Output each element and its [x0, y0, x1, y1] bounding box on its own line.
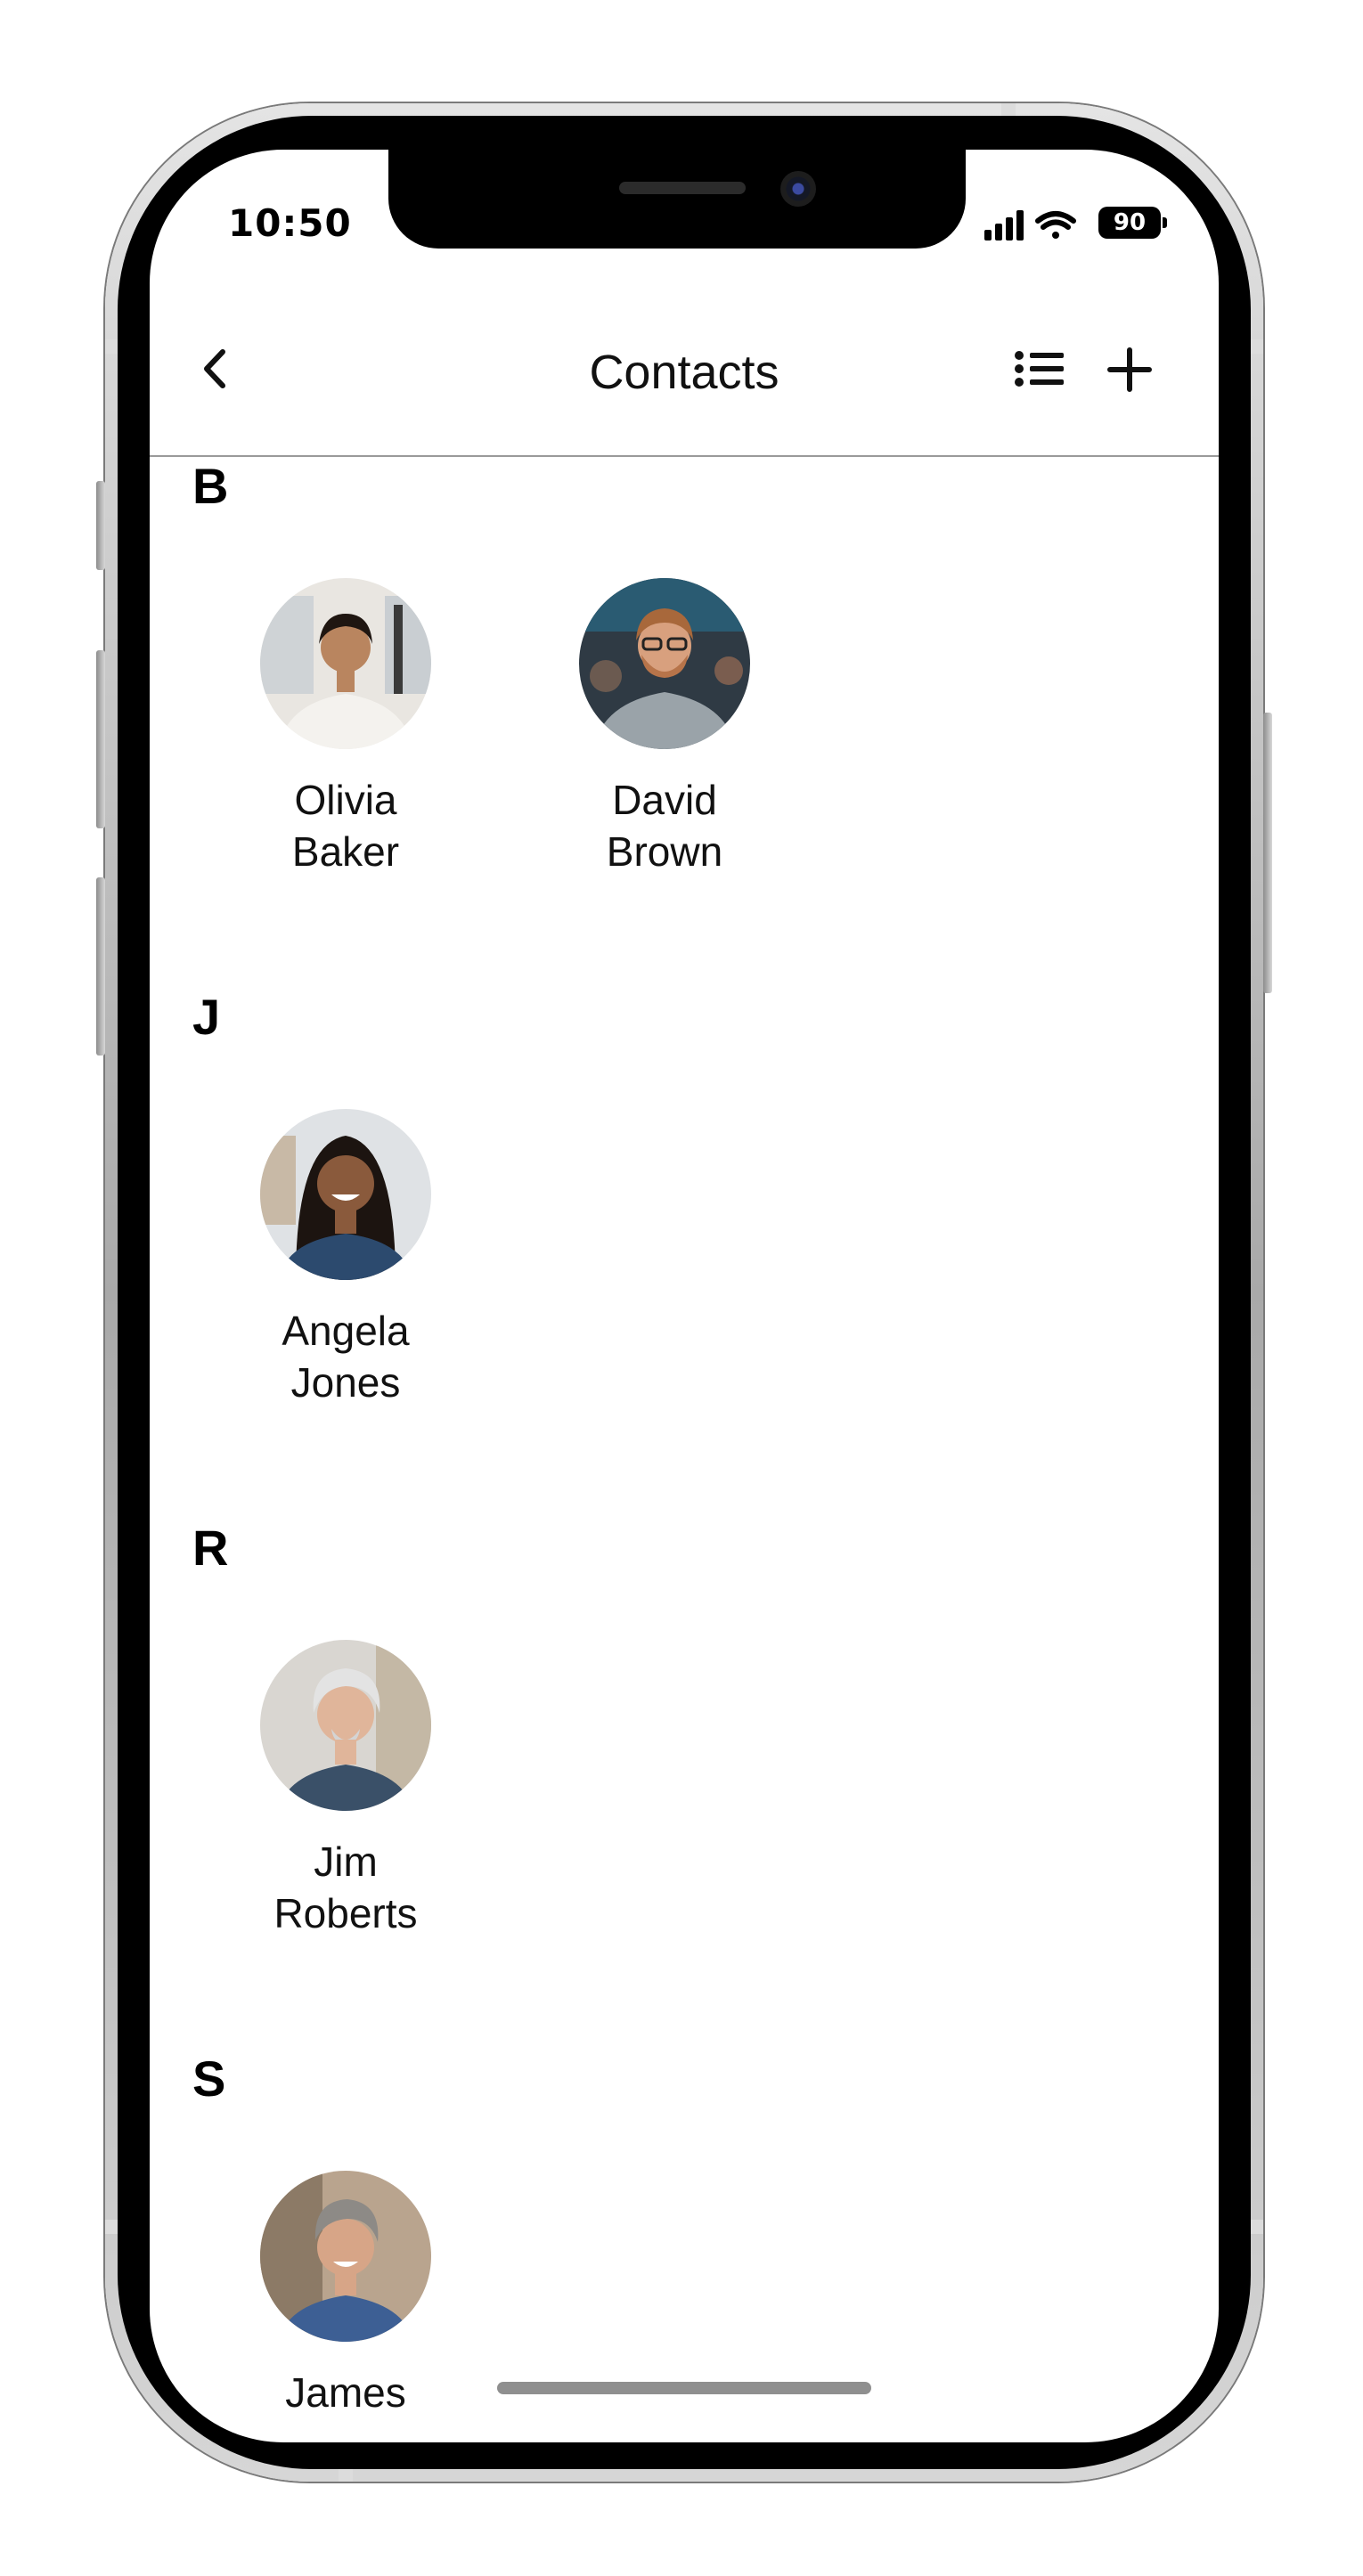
signal-icon: [984, 210, 1024, 240]
antenna-band: [1251, 339, 1263, 354]
antenna-band: [105, 339, 118, 354]
notch: [388, 150, 966, 249]
contact-last-name: Jones: [290, 1359, 401, 1406]
battery-tip: [1163, 217, 1167, 228]
volume-down-button: [96, 877, 105, 1056]
contact-first-name: Angela: [282, 1308, 410, 1354]
section-header-r: R: [192, 1520, 229, 1576]
mute-switch: [96, 481, 105, 570]
battery-icon: 90: [1098, 207, 1161, 239]
section-header-j: J: [192, 989, 221, 1045]
contact-card[interactable]: James: [230, 2171, 461, 2418]
antenna-band: [1251, 2220, 1263, 2234]
status-time: 10:50: [228, 201, 352, 245]
contact-first-name: James: [285, 2369, 406, 2416]
contact-last-name: Brown: [606, 828, 723, 875]
screen: 10:50 90 Contacts B Olivia Baker David B…: [150, 150, 1219, 2442]
list-view-button[interactable]: [1012, 338, 1069, 400]
volume-up-button: [96, 650, 105, 828]
avatar: [260, 1640, 431, 1811]
plus-icon: [1107, 347, 1152, 392]
navigation-bar: Contacts: [150, 306, 1219, 457]
add-contact-button[interactable]: [1101, 338, 1158, 400]
wifi-icon: [1035, 211, 1076, 239]
avatar: [260, 1109, 431, 1280]
contact-card[interactable]: David Brown: [549, 578, 780, 877]
avatar: [579, 578, 750, 749]
list-icon: [1015, 351, 1064, 387]
antenna-band: [339, 2469, 353, 2482]
antenna-band: [1001, 103, 1016, 116]
status-icons: [984, 210, 1076, 240]
section-header-b: B: [192, 458, 229, 514]
contact-last-name: Baker: [291, 828, 400, 875]
front-camera: [780, 171, 816, 207]
section-header-s: S: [192, 2050, 226, 2107]
avatar: [260, 2171, 431, 2342]
power-button: [1263, 713, 1272, 993]
antenna-band: [105, 2220, 118, 2234]
speaker-grille: [619, 182, 746, 194]
contact-card[interactable]: Olivia Baker: [230, 578, 461, 877]
contact-card[interactable]: Jim Roberts: [230, 1640, 461, 1939]
contact-last-name: Roberts: [273, 1890, 418, 1936]
avatar: [260, 578, 431, 749]
home-indicator[interactable]: [497, 2382, 871, 2394]
contact-first-name: Olivia: [294, 777, 397, 823]
contact-first-name: David: [612, 777, 717, 823]
contact-first-name: Jim: [314, 1838, 378, 1885]
contact-card[interactable]: Angela Jones: [230, 1109, 461, 1408]
